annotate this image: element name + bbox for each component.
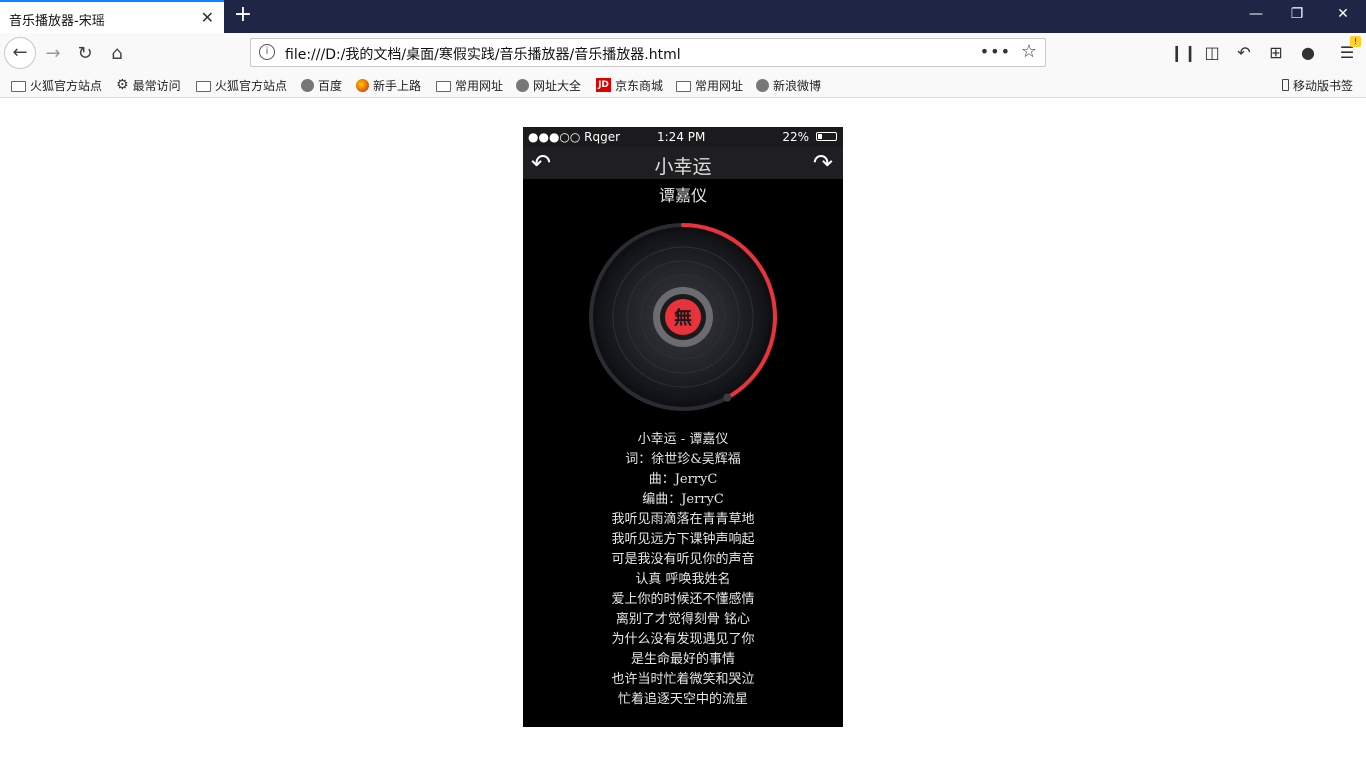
bookmark-label: 新手上路	[373, 78, 422, 93]
minimize-icon[interactable]: —	[1245, 6, 1267, 26]
navigation-bar: ← → ↻ ⌂ i file:///D:/我的文档/桌面/寒假实践/音乐播放器/…	[0, 33, 1366, 73]
bookmark-label: 新浪微博	[773, 78, 822, 93]
battery-icon	[816, 132, 837, 141]
bookmark-label: 火狐官方站点	[215, 78, 288, 93]
new-tab-button[interactable]: +	[232, 4, 254, 28]
chat-icon[interactable]: ●	[1297, 42, 1319, 64]
globe-icon	[516, 78, 529, 92]
lyric-line: 忙着追逐天空中的流星	[617, 692, 748, 707]
record-disc[interactable]: 無	[587, 221, 779, 413]
undo-icon[interactable]: ↶	[1233, 42, 1255, 64]
folder-icon	[11, 80, 26, 92]
lyric-line: 认真 呼唤我姓名	[635, 572, 731, 587]
close-window-icon[interactable]: ✕	[1332, 6, 1354, 26]
info-icon[interactable]: i	[259, 44, 275, 60]
jd-icon: JD	[596, 78, 611, 92]
bookmark-item[interactable]: 火狐官方站点	[11, 76, 102, 94]
battery-level	[818, 134, 822, 139]
music-player-app: ●●●○○ Rqger 1:24 PM 22% ↶ 小幸运 ↷ 谭嘉仪 無 小幸…	[523, 127, 843, 727]
bookmark-label: 火狐官方站点	[30, 78, 103, 93]
mobile-bookmarks-button[interactable]: 移动版书签	[1282, 76, 1353, 94]
player-header: ↶ 小幸运 ↷	[523, 147, 843, 179]
bookmark-star-icon[interactable]: ☆	[1021, 41, 1037, 62]
phone-icon	[1282, 79, 1289, 91]
home-button[interactable]: ⌂	[102, 39, 132, 69]
bookmark-item[interactable]: 新浪微博	[756, 76, 821, 94]
tab-active[interactable]: 音乐播放器-宋瑶 ✕	[0, 0, 224, 33]
lyric-line: 离别了才觉得刻骨 铭心	[615, 612, 751, 627]
library-icon[interactable]: ❙❙	[1170, 42, 1197, 64]
sidebar-icon[interactable]: ◫	[1201, 42, 1223, 64]
update-badge: !	[1350, 36, 1361, 47]
lyric-line: 编曲：JerryC	[642, 492, 724, 507]
lyric-line: 爱上你的时候还不懂感情	[611, 592, 755, 607]
battery-percent: 22%	[782, 130, 809, 144]
url-bar[interactable]: i file:///D:/我的文档/桌面/寒假实践/音乐播放器/音乐播放器.ht…	[250, 38, 1046, 67]
bookmarks-bar: 火狐官方站点 ⚙ 最常访问 火狐官方站点 百度 新手上路 常用网址 网址大全 JD…	[0, 73, 1366, 98]
restore-icon[interactable]: ❐	[1286, 6, 1308, 26]
bookmark-item[interactable]: 新手上路	[356, 76, 421, 94]
lyric-line: 词：徐世珍&吴辉福	[625, 452, 741, 467]
back-button[interactable]: ←	[4, 37, 36, 69]
firefox-icon	[356, 78, 369, 92]
lyrics-panel: 小幸运 - 谭嘉仪 词：徐世珍&吴辉福 曲：JerryC 编曲：JerryC 我听见雨滴…	[523, 430, 843, 710]
bookmark-item[interactable]: 常用网址	[436, 76, 503, 94]
title-bar: 音乐播放器-宋瑶 ✕ + — ❐ ✕	[0, 0, 1366, 33]
disc-graphic: 無	[589, 223, 777, 411]
carrier-label: ●●●○○ Rqger	[528, 130, 621, 144]
song-title: 小幸运	[654, 156, 712, 178]
bookmark-item[interactable]: 火狐官方站点	[196, 76, 287, 94]
bookmark-item[interactable]: 网址大全	[516, 76, 581, 94]
bookmark-item[interactable]: 常用网址	[676, 76, 743, 94]
tab-close-icon[interactable]: ✕	[201, 8, 214, 27]
gear-icon: ⚙	[116, 77, 129, 93]
lyric-line: 我听见雨滴落在青青草地	[611, 512, 755, 527]
folder-icon	[676, 80, 691, 92]
progress-knob[interactable]	[723, 393, 732, 402]
bookmark-item[interactable]: 百度	[301, 76, 342, 94]
globe-icon	[301, 78, 314, 92]
lyric-line: 我听见远方下课钟声响起	[611, 532, 755, 547]
crop-icon[interactable]: ⊞	[1265, 42, 1287, 64]
artist-name: 谭嘉仪	[658, 186, 707, 205]
disc-label-text: 無	[674, 307, 692, 329]
page-actions-button[interactable]: •••	[980, 42, 1011, 61]
mobile-bookmarks-label: 移动版书签	[1293, 78, 1354, 93]
bookmark-label: 网址大全	[533, 78, 582, 93]
tab-title: 音乐播放器-宋瑶	[9, 14, 105, 29]
status-bar: ●●●○○ Rqger 1:24 PM 22%	[523, 127, 843, 147]
bookmark-item[interactable]: ⚙ 最常访问	[116, 76, 181, 94]
forward-button[interactable]: →	[38, 39, 68, 69]
menu-icon[interactable]: ☰ !	[1336, 36, 1361, 64]
bookmark-label: 京东商城	[615, 78, 664, 93]
bookmark-label: 常用网址	[695, 78, 744, 93]
lyric-line: 是生命最好的事情	[630, 652, 735, 667]
url-text[interactable]: file:///D:/我的文档/桌面/寒假实践/音乐播放器/音乐播放器.html	[285, 44, 681, 64]
bookmark-label: 最常访问	[132, 78, 181, 93]
bookmark-item[interactable]: JD 京东商城	[596, 76, 663, 94]
globe-icon	[756, 78, 769, 92]
lyric-line: 可是我没有听见你的声音	[611, 552, 755, 567]
lyric-line: 也许当时忙着微笑和哭泣	[611, 672, 755, 687]
lyric-line: 曲：JerryC	[648, 472, 718, 487]
folder-icon	[196, 80, 211, 92]
lyric-line: 为什么没有发现遇见了你	[611, 632, 755, 647]
bookmark-label: 常用网址	[455, 78, 504, 93]
share-icon[interactable]: ↷	[813, 149, 833, 177]
reload-button[interactable]: ↻	[70, 39, 100, 69]
folder-icon	[436, 80, 451, 92]
lyric-line: 小幸运 - 谭嘉仪	[637, 432, 729, 447]
status-time: 1:24 PM	[657, 130, 706, 144]
bookmark-label: 百度	[318, 78, 343, 93]
